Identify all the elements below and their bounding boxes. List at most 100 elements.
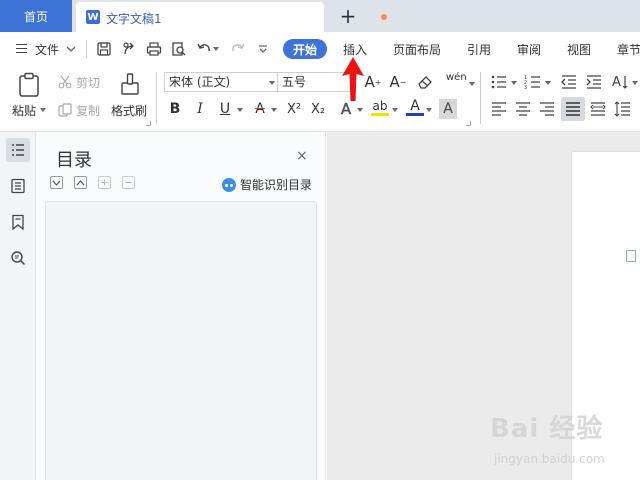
line-spacing-icon[interactable] xyxy=(614,100,632,118)
remove-heading-button[interactable] xyxy=(122,176,135,189)
paste-label[interactable]: 粘贴 xyxy=(12,102,36,119)
add-heading-button[interactable] xyxy=(98,176,111,189)
text-effect-button[interactable]: A xyxy=(337,99,355,119)
justify-button[interactable] xyxy=(561,97,585,121)
find-nav-button[interactable] xyxy=(6,246,30,270)
outline-nav-button[interactable] xyxy=(6,174,30,198)
ribbon-toolbar: 粘贴 剪切 复制 格式刷 宋体 (正文) 五号 A + A − wén B I U … xyxy=(0,66,640,132)
justify-icon xyxy=(566,102,580,116)
highlight-button[interactable]: ab xyxy=(371,99,389,116)
decrease-indent-icon[interactable] xyxy=(560,73,578,91)
toc-list xyxy=(45,201,317,480)
format-painter-label[interactable]: 格式刷 xyxy=(111,102,147,119)
chevron-up-icon xyxy=(76,179,85,185)
smart-identify-label: 智能识别目录 xyxy=(240,178,313,192)
menu-tab-references[interactable]: 引用 xyxy=(467,41,491,58)
distributed-align-icon[interactable] xyxy=(589,100,607,118)
strikethrough-button[interactable]: A xyxy=(251,99,269,119)
navigation-strip xyxy=(0,132,36,480)
copy-label[interactable]: 复制 xyxy=(76,102,100,119)
strikethrough-dropdown-icon[interactable] xyxy=(271,108,277,112)
expand-all-button[interactable] xyxy=(74,176,87,189)
underline-button[interactable]: U xyxy=(216,99,234,119)
grow-font-button[interactable]: A + xyxy=(364,72,382,92)
phonetic-guide-button[interactable]: wén xyxy=(446,72,467,83)
text-direction-icon[interactable]: A xyxy=(612,73,630,91)
find-icon xyxy=(11,251,26,266)
italic-button[interactable]: I xyxy=(191,99,209,119)
font-name-select[interactable]: 宋体 (正文) xyxy=(164,72,278,92)
redo-icon[interactable] xyxy=(230,41,246,57)
cut-label[interactable]: 剪切 xyxy=(76,74,100,91)
copy-icon[interactable] xyxy=(58,103,72,117)
format-painter-icon[interactable] xyxy=(119,72,141,96)
text-effect-dropdown-icon[interactable] xyxy=(357,108,363,112)
print-preview-icon[interactable] xyxy=(171,41,187,57)
unsaved-dot-icon xyxy=(381,14,387,20)
numbered-list-icon[interactable]: 123 xyxy=(524,73,542,91)
menu-tab-review[interactable]: 审阅 xyxy=(517,41,541,58)
highlight-dropdown-icon[interactable] xyxy=(392,108,398,112)
eraser-icon[interactable] xyxy=(417,74,433,90)
text-direction-dropdown-icon[interactable] xyxy=(632,81,638,85)
align-right-icon[interactable] xyxy=(538,100,556,118)
undo-dropdown-icon[interactable] xyxy=(213,47,219,51)
svg-text:3: 3 xyxy=(524,85,527,91)
toc-nav-button[interactable] xyxy=(6,138,30,162)
menu-tab-view[interactable]: 视图 xyxy=(567,41,591,58)
file-menu[interactable]: 文件 xyxy=(35,41,59,58)
align-left-icon[interactable] xyxy=(490,100,508,118)
toc-icon xyxy=(12,144,24,156)
shrink-font-button[interactable]: A − xyxy=(389,72,407,92)
scissors-icon[interactable] xyxy=(58,75,72,89)
menu-tab-start[interactable]: 开始 xyxy=(283,39,327,59)
robot-icon xyxy=(222,177,236,192)
toc-panel: 目录 × 智能识别目录 xyxy=(36,132,326,480)
font-name-value: 宋体 (正文) xyxy=(169,75,231,89)
smart-identify-toc-button[interactable]: 智能识别目录 xyxy=(222,176,312,193)
numbering-dropdown-icon[interactable] xyxy=(545,81,551,85)
tab-bar: 首页 W 文字文稿1 + xyxy=(0,0,640,32)
watermark-logo: Bai 经验 xyxy=(490,414,604,444)
paragraph-mark-icon xyxy=(626,250,636,262)
superscript-button[interactable]: X² xyxy=(283,99,305,119)
plus-icon xyxy=(101,179,108,186)
close-panel-button[interactable]: × xyxy=(296,148,308,164)
underline-dropdown-icon[interactable] xyxy=(237,108,243,112)
chevron-down-icon[interactable] xyxy=(66,45,76,53)
export-icon[interactable] xyxy=(121,41,137,57)
font-size-value: 五号 xyxy=(282,75,307,89)
paste-icon[interactable] xyxy=(17,72,41,98)
clipboard-group-corner[interactable] xyxy=(146,121,151,126)
increase-indent-icon[interactable] xyxy=(585,73,603,91)
menu-tab-page-layout[interactable]: 页面布局 xyxy=(393,41,441,58)
subscript-button[interactable]: X₂ xyxy=(307,99,329,119)
add-tab-button[interactable]: + xyxy=(338,3,358,29)
toc-title: 目录 xyxy=(56,150,92,171)
phonetic-dropdown-icon[interactable] xyxy=(469,82,475,86)
char-shading-button[interactable]: A xyxy=(439,99,457,119)
font-color-dropdown-icon[interactable] xyxy=(426,108,432,112)
collapse-all-button[interactable] xyxy=(50,176,63,189)
bullet-list-icon[interactable] xyxy=(490,73,508,91)
document-title: 文字文稿1 xyxy=(106,12,162,26)
writer-doc-icon: W xyxy=(86,10,100,24)
hamburger-menu-icon[interactable] xyxy=(16,44,27,53)
bookmark-nav-button[interactable] xyxy=(6,210,30,234)
font-color-button[interactable]: A xyxy=(406,98,424,116)
align-center-icon[interactable] xyxy=(514,100,532,118)
font-group-corner[interactable] xyxy=(466,121,471,126)
undo-icon[interactable] xyxy=(196,41,212,57)
menu-bar: 文件 开始 插入 页面布局 引用 审阅 视图 章节 xyxy=(0,32,640,66)
customize-quick-access-icon[interactable] xyxy=(258,44,268,54)
menu-tab-section[interactable]: 章节 xyxy=(617,41,640,58)
bullet-dropdown-icon[interactable] xyxy=(511,81,517,85)
ribbon-divider xyxy=(156,72,157,124)
paste-dropdown-icon[interactable] xyxy=(40,108,46,112)
bold-button[interactable]: B xyxy=(166,99,184,119)
tab-home[interactable]: 首页 xyxy=(0,0,72,32)
save-icon[interactable] xyxy=(96,41,112,57)
print-icon[interactable] xyxy=(146,41,162,57)
menu-divider xyxy=(86,40,87,58)
tab-document[interactable]: W 文字文稿1 xyxy=(76,2,387,32)
